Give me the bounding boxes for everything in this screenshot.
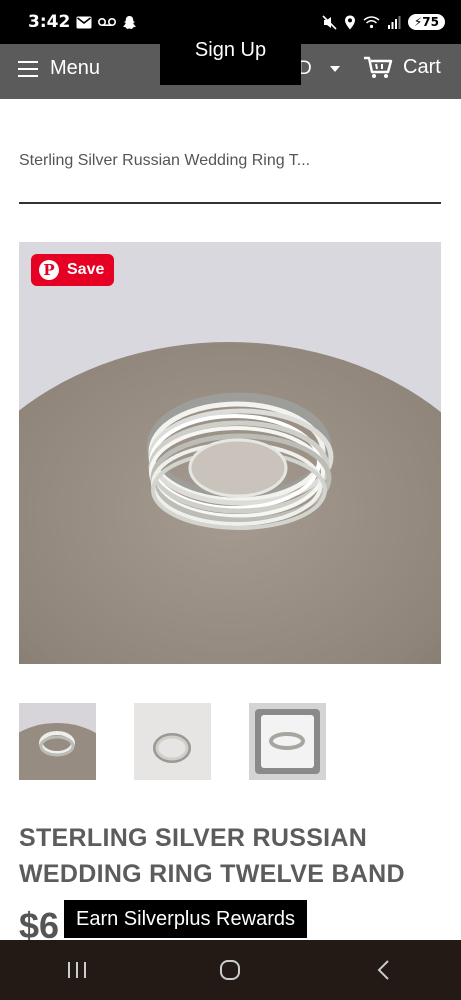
pinterest-save-button[interactable]: P Save xyxy=(31,254,115,286)
hamburger-icon xyxy=(18,60,38,77)
pinterest-icon: P xyxy=(39,260,59,280)
product-title: STERLING SILVER RUSSIAN WEDDING RING TWE… xyxy=(19,824,405,888)
mute-icon xyxy=(322,14,337,30)
currency-selector[interactable]: D xyxy=(298,58,340,80)
chevron-down-icon xyxy=(329,66,340,72)
voicemail-icon xyxy=(98,17,117,27)
menu-label: Menu xyxy=(50,57,101,79)
status-left: 3:42 xyxy=(28,12,137,32)
menu-button[interactable]: Menu xyxy=(18,57,100,80)
signal-icon xyxy=(387,15,401,29)
system-nav-bar xyxy=(0,940,461,1000)
battery-level: 75 xyxy=(422,15,439,29)
breadcrumb[interactable]: Sterling Silver Russian Wedding Ring T..… xyxy=(19,152,310,170)
cart-icon xyxy=(364,56,393,78)
status-time: 3:42 xyxy=(28,12,71,32)
divider xyxy=(19,202,441,204)
product-thumbnail-3[interactable] xyxy=(249,703,326,780)
thumbnail-ring-box xyxy=(249,703,326,780)
wifi-icon xyxy=(363,15,380,29)
battery-indicator: ⚡75 xyxy=(407,14,445,30)
thumbnail-ring-white xyxy=(134,703,211,780)
gmail-icon xyxy=(76,16,92,29)
snapchat-icon xyxy=(122,15,137,30)
rewards-button[interactable]: Earn Silverplus Rewards xyxy=(64,900,307,938)
cart-button[interactable]: Cart xyxy=(363,55,441,79)
recents-button[interactable] xyxy=(47,950,107,990)
cart-label: Cart xyxy=(403,55,441,78)
home-button[interactable] xyxy=(200,950,260,990)
thumbnail-ring-stone xyxy=(19,703,96,780)
signup-button[interactable]: Sign Up xyxy=(160,30,301,85)
location-icon xyxy=(344,15,356,30)
status-right: ⚡75 xyxy=(322,14,445,30)
recents-icon xyxy=(67,962,86,978)
ring-on-stone-image xyxy=(19,242,441,664)
product-thumbnail-1[interactable] xyxy=(19,703,96,780)
home-icon xyxy=(220,960,241,980)
back-button[interactable] xyxy=(354,950,414,990)
back-icon xyxy=(377,960,389,980)
pinterest-save-label: Save xyxy=(67,261,105,278)
product-main-image[interactable]: P Save xyxy=(19,242,441,664)
product-thumbnail-2[interactable] xyxy=(134,703,211,780)
